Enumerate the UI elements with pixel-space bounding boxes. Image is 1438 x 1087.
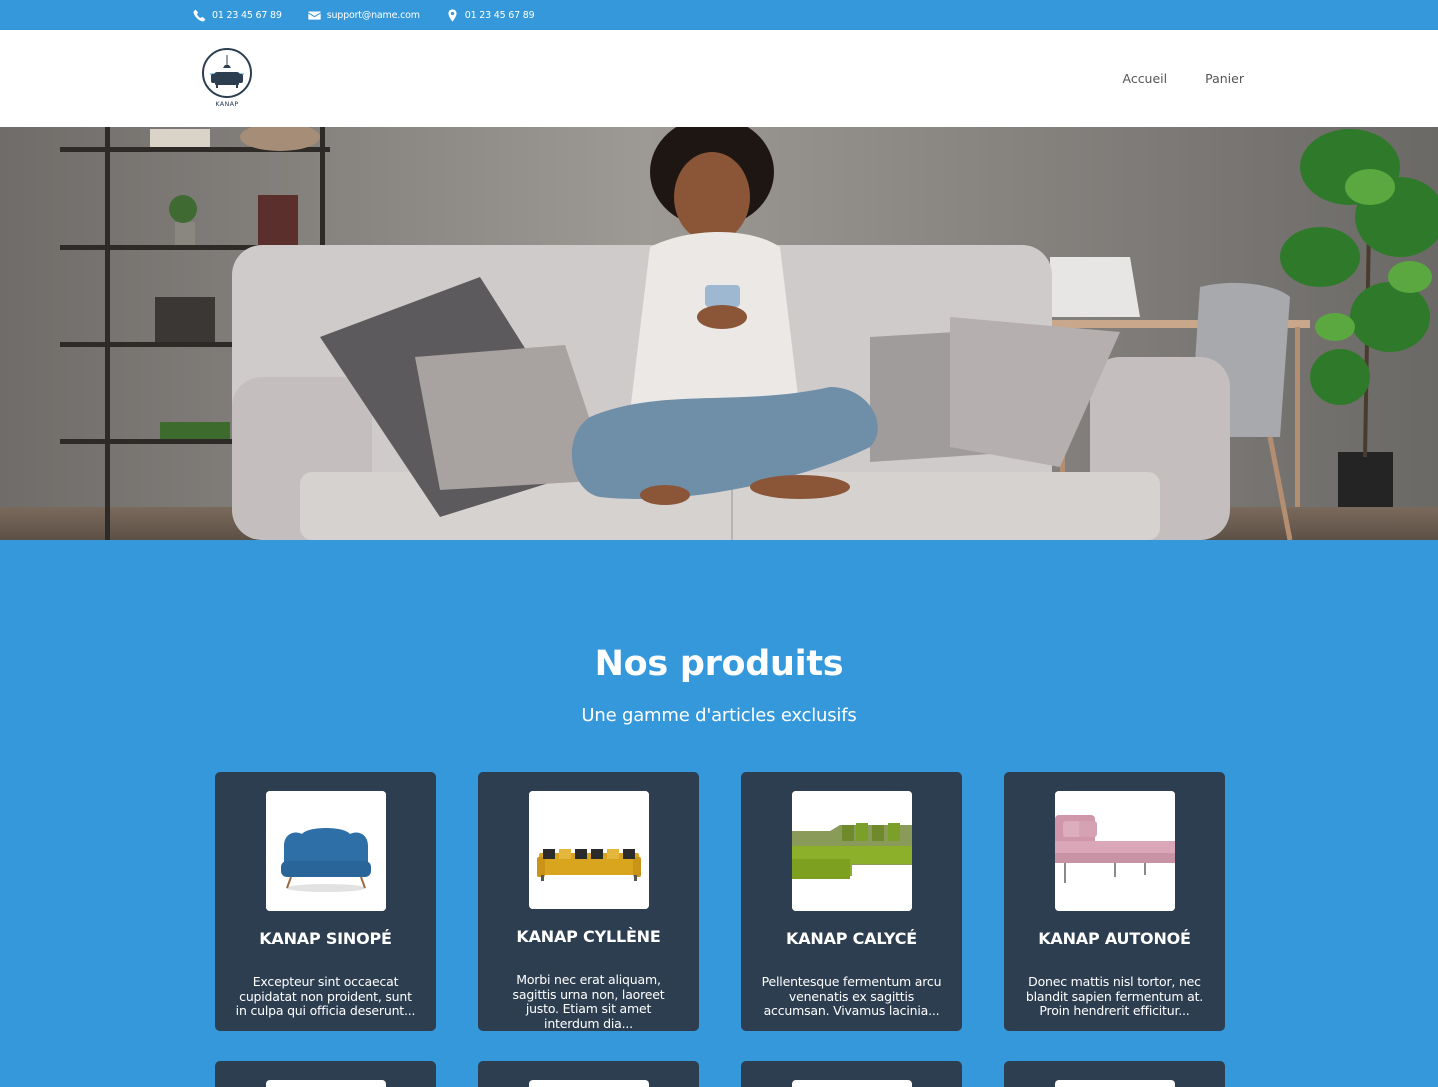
section-subtitle: Une gamme d'articles exclusifs (581, 705, 857, 726)
product-card[interactable] (1004, 1061, 1225, 1087)
hero-banner (0, 127, 1438, 540)
nav-home-link[interactable]: Accueil (1122, 71, 1167, 86)
product-card[interactable] (215, 1061, 436, 1087)
product-image (528, 791, 649, 909)
product-name: KANAP SINOPÉ (259, 929, 392, 948)
product-image (1054, 1080, 1175, 1087)
sofa-logo-icon (202, 48, 252, 98)
sofa-image (528, 791, 649, 909)
product-image (265, 791, 386, 911)
product-card[interactable]: KANAP SINOPÉ Excepteur sint occaecat cup… (215, 772, 436, 1031)
product-name: KANAP CYLLÈNE (516, 927, 661, 946)
contact-location[interactable]: 01 23 45 67 89 (446, 8, 535, 22)
product-description: Excepteur sint occaecat cupidatat non pr… (235, 974, 416, 1018)
section-title: Nos produits (594, 644, 844, 684)
contact-email[interactable]: support@name.com (308, 9, 420, 22)
product-description: Pellentesque fermentum arcu venenatis ex… (761, 974, 942, 1018)
phone-icon (193, 9, 206, 22)
product-image (791, 1080, 912, 1087)
nav-cart-link[interactable]: Panier (1205, 71, 1244, 86)
main-nav: Accueil Panier (1122, 30, 1244, 127)
product-name: KANAP AUTONOÉ (1038, 929, 1191, 948)
product-description: Donec mattis nisl tortor, nec blandit sa… (1025, 974, 1204, 1018)
hero-image (0, 127, 1438, 540)
contact-bar: 01 23 45 67 89 support@name.com 01 23 45… (0, 0, 1438, 30)
contact-phone[interactable]: 01 23 45 67 89 (193, 9, 282, 22)
product-image (1054, 791, 1175, 911)
product-image (528, 1080, 649, 1087)
product-card[interactable] (741, 1061, 962, 1087)
sofa-image (1054, 791, 1175, 911)
product-card[interactable]: KANAP AUTONOÉ Donec mattis nisl tortor, … (1004, 772, 1225, 1031)
phone-number: 01 23 45 67 89 (212, 9, 282, 21)
product-name: KANAP CALYCÉ (786, 929, 917, 948)
product-image (791, 791, 912, 911)
logo[interactable]: KANAP (200, 47, 254, 111)
products-section: Nos produits Une gamme d'articles exclus… (0, 644, 1438, 1087)
sofa-image (791, 791, 912, 911)
product-image (265, 1080, 386, 1087)
location-pin-icon (446, 8, 459, 22)
site-header: KANAP Accueil Panier (0, 30, 1438, 127)
product-description: Morbi nec erat aliquam, sagittis urna no… (512, 972, 665, 1031)
product-grid: KANAP SINOPÉ Excepteur sint occaecat cup… (215, 772, 1225, 1087)
product-card[interactable]: KANAP CYLLÈNE Morbi nec erat aliquam, sa… (478, 772, 699, 1031)
sofa-image (265, 791, 386, 911)
product-card[interactable] (478, 1061, 699, 1087)
logo-text: KANAP (215, 100, 239, 108)
email-address: support@name.com (326, 9, 420, 21)
mail-icon (308, 9, 321, 22)
location-text: 01 23 45 67 89 (464, 9, 535, 21)
product-card[interactable]: KANAP CALYCÉ Pellentesque fermentum arcu… (741, 772, 962, 1031)
